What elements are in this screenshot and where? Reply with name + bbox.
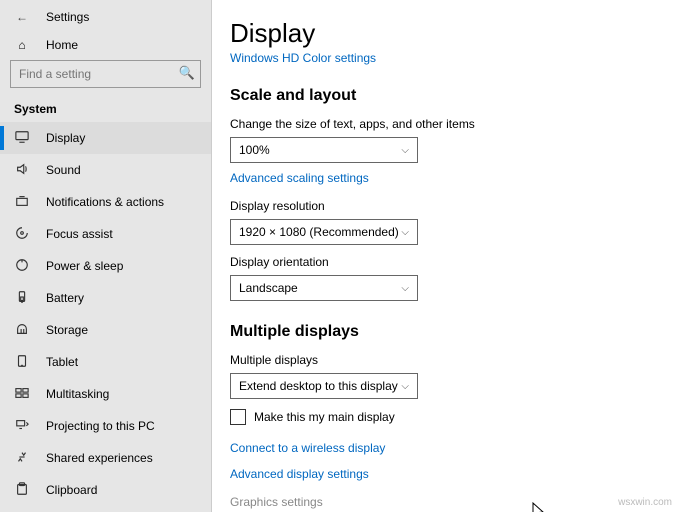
nav-icon: [14, 162, 30, 179]
checkbox-icon[interactable]: [230, 409, 246, 425]
nav-list: Display Sound Notifications & actions Focus…: [0, 122, 211, 512]
orientation-value: Landscape: [239, 281, 298, 295]
adv-scaling-link[interactable]: Advanced scaling settings: [230, 171, 369, 185]
scale-heading: Scale and layout: [230, 87, 680, 105]
sidebar: ← Settings ⌂ Home 🔍 System Display Sound N…: [0, 0, 212, 512]
nav-group-label: System: [0, 98, 211, 122]
nav-home[interactable]: ⌂ Home: [0, 30, 211, 60]
nav-icon: [14, 482, 30, 499]
home-icon: ⌂: [14, 38, 30, 52]
sidebar-item-label: Notifications & actions: [46, 195, 164, 209]
main-display-checkbox-label: Make this my main display: [254, 410, 395, 424]
sidebar-item-focus-assist[interactable]: Focus assist: [0, 218, 211, 250]
nav-icon: [14, 226, 30, 243]
sidebar-item-sound[interactable]: Sound: [0, 154, 211, 186]
multi-label: Multiple displays: [230, 353, 680, 367]
nav-icon: [14, 130, 30, 147]
sidebar-item-battery[interactable]: Battery: [0, 282, 211, 314]
scale-size-combo[interactable]: 100% ⌵: [230, 137, 418, 163]
orientation-label: Display orientation: [230, 255, 680, 269]
search-box[interactable]: 🔍: [10, 60, 201, 88]
adv-display-link[interactable]: Advanced display settings: [230, 467, 369, 481]
sidebar-item-tablet[interactable]: Tablet: [0, 346, 211, 378]
sidebar-item-label: Battery: [46, 291, 84, 305]
multi-value: Extend desktop to this display: [239, 379, 398, 393]
nav-icon: [14, 290, 30, 307]
sidebar-item-label: Tablet: [46, 355, 78, 369]
nav-icon: [14, 418, 30, 435]
sidebar-item-label: Clipboard: [46, 483, 97, 497]
search-icon: 🔍: [179, 65, 195, 81]
resolution-combo[interactable]: 1920 × 1080 (Recommended) ⌵: [230, 219, 418, 245]
nav-icon: [14, 258, 30, 275]
sidebar-item-label: Multitasking: [46, 387, 109, 401]
sidebar-item-display[interactable]: Display: [0, 122, 211, 154]
sidebar-item-label: Display: [46, 131, 85, 145]
scale-size-value: 100%: [239, 143, 270, 157]
sidebar-item-storage[interactable]: Storage: [0, 314, 211, 346]
nav-icon: [14, 194, 30, 211]
chevron-down-icon: ⌵: [401, 145, 409, 156]
sidebar-item-shared-experiences[interactable]: Shared experiences: [0, 442, 211, 474]
chevron-down-icon: ⌵: [401, 381, 409, 392]
main-display-checkbox-row[interactable]: Make this my main display: [230, 409, 680, 425]
sidebar-item-multitasking[interactable]: Multitasking: [0, 378, 211, 410]
scale-size-label: Change the size of text, apps, and other…: [230, 117, 680, 131]
sidebar-item-projecting-to-this-pc[interactable]: Projecting to this PC: [0, 410, 211, 442]
back-icon[interactable]: ←: [14, 10, 30, 24]
resolution-label: Display resolution: [230, 199, 680, 213]
sidebar-item-label: Storage: [46, 323, 88, 337]
nav-icon: [14, 450, 30, 467]
multi-combo[interactable]: Extend desktop to this display ⌵: [230, 373, 418, 399]
sidebar-item-clipboard[interactable]: Clipboard: [0, 474, 211, 506]
sidebar-item-label: Focus assist: [46, 227, 113, 241]
app-title: Settings: [46, 10, 89, 24]
orientation-combo[interactable]: Landscape ⌵: [230, 275, 418, 301]
sidebar-item-label: Power & sleep: [46, 259, 123, 273]
sidebar-item-notifications-actions[interactable]: Notifications & actions: [0, 186, 211, 218]
chevron-down-icon: ⌵: [401, 227, 409, 238]
graphics-settings-link[interactable]: Graphics settings: [230, 495, 323, 509]
nav-icon: [14, 322, 30, 339]
page-title: Display: [230, 18, 680, 49]
window-header: ← Settings: [0, 0, 211, 30]
main-content: Display Windows HD Color settings Scale …: [212, 0, 680, 512]
sidebar-item-label: Shared experiences: [46, 451, 153, 465]
sidebar-item-label: Projecting to this PC: [46, 419, 155, 433]
wireless-display-link[interactable]: Connect to a wireless display: [230, 441, 385, 455]
chevron-down-icon: ⌵: [401, 283, 409, 294]
sidebar-item-power-sleep[interactable]: Power & sleep: [0, 250, 211, 282]
nav-icon: [14, 386, 30, 403]
sidebar-item-label: Sound: [46, 163, 81, 177]
multi-heading: Multiple displays: [230, 323, 680, 341]
nav-icon: [14, 354, 30, 371]
resolution-value: 1920 × 1080 (Recommended): [239, 225, 399, 239]
search-input[interactable]: [10, 60, 201, 88]
nav-home-label: Home: [46, 38, 78, 52]
hd-color-link[interactable]: Windows HD Color settings: [230, 51, 376, 65]
watermark: wsxwin.com: [618, 497, 672, 508]
